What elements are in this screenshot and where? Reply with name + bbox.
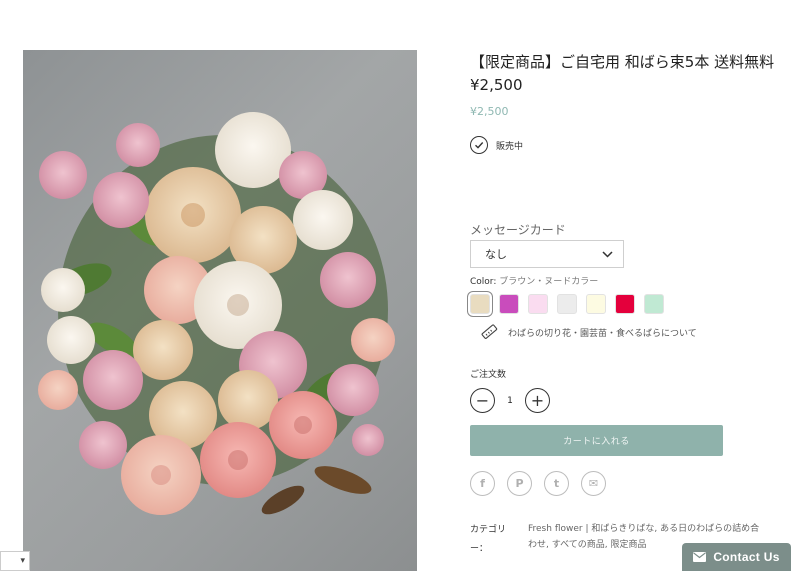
message-card-select[interactable]: なし	[470, 240, 624, 268]
color-option: Color: ブラウン・ヌードカラー	[470, 274, 598, 287]
twitter-icon[interactable]: t	[544, 471, 569, 496]
color-swatch-mint[interactable]	[644, 294, 664, 314]
color-label: Color:	[470, 277, 497, 287]
contact-us-button[interactable]: Contact Us	[682, 543, 791, 571]
color-swatch-red[interactable]	[615, 294, 635, 314]
ruler-icon	[481, 324, 498, 339]
envelope-icon	[693, 552, 707, 562]
quantity-value[interactable]: 1	[507, 396, 513, 406]
contact-us-label: Contact Us	[713, 550, 780, 564]
product-image	[23, 50, 417, 571]
stock-status-text: 販売中	[496, 141, 524, 152]
category-label: カテゴリー：	[470, 525, 507, 554]
color-swatch-magenta[interactable]	[499, 294, 519, 314]
info-link-text: わばらの切り花・園芸苗・食べるばらについて	[508, 328, 697, 339]
message-card-label: メッセージカード	[470, 223, 566, 237]
facebook-icon[interactable]: f	[470, 471, 495, 496]
quantity-increase-button[interactable]: +	[525, 388, 550, 413]
email-icon[interactable]: ✉	[581, 471, 606, 496]
message-card-value: なし	[485, 248, 507, 261]
product-title: 【限定商品】ご自宅用 和ばら束5本 送料無料	[470, 53, 775, 71]
add-to-cart-button[interactable]: カートに入れる	[470, 425, 723, 456]
chevron-down-icon	[602, 250, 613, 258]
color-value: ブラウン・ヌードカラー	[499, 277, 599, 287]
stock-status: 販売中	[470, 136, 523, 154]
quantity-stepper: − 1 +	[470, 388, 550, 413]
share-buttons: f P t ✉	[470, 471, 606, 496]
color-swatch-brown-nude[interactable]	[470, 294, 490, 314]
pinterest-icon[interactable]: P	[507, 471, 532, 496]
info-link[interactable]: わばらの切り花・園芸苗・食べるばらについて	[480, 323, 697, 341]
rose-bouquet-image	[38, 112, 395, 515]
color-swatch-light-pink[interactable]	[528, 294, 548, 314]
product-price-secondary: ¥2,500	[470, 105, 509, 118]
product-price: ¥2,500	[470, 76, 523, 94]
quantity-label: ご注文数	[470, 370, 507, 380]
color-swatches	[470, 294, 664, 314]
language-select[interactable]: ▾	[0, 551, 30, 571]
check-circle-icon	[470, 136, 488, 154]
color-swatch-light-gray[interactable]	[557, 294, 577, 314]
chevron-down-icon: ▾	[20, 556, 25, 566]
color-swatch-cream[interactable]	[586, 294, 606, 314]
quantity-decrease-button[interactable]: −	[470, 388, 495, 413]
